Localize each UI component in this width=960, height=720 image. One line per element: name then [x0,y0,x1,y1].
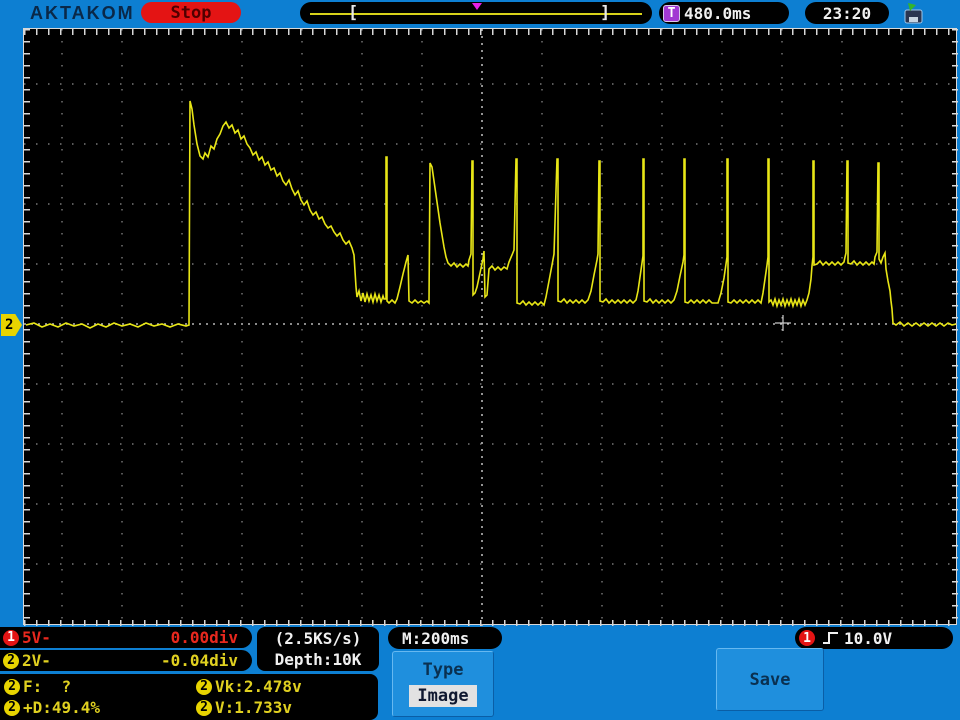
trigger-level-value: 10.0V [844,628,893,648]
trigger-position-marker-icon [472,3,482,10]
measurement-text: +D:49.4% [23,698,101,717]
ch1-offset: 0.00div [170,628,238,647]
rising-edge-icon [823,632,838,644]
trigger-t-icon: T [663,4,680,22]
trigger-source-badge: 1 [799,630,815,646]
save-button[interactable]: Save [716,648,824,711]
type-button-label: Type [422,660,464,680]
trigger-time-badge: T 480.0ms [659,2,789,24]
measurement-text: V:1.733v [215,698,293,717]
type-selected-value[interactable]: Image [409,685,477,707]
ch2-scale: 2V- [22,651,51,670]
record-depth: Depth:10K [274,650,362,669]
brand-logo: AKTAKOM [30,3,135,23]
measurement-text: F: ? [23,677,72,696]
run-state-label: Stop [170,2,212,23]
measurement-ch-badge: 2 [4,699,20,716]
ch2-offset: -0.04div [160,651,238,670]
measurement-vk: 2 Vk:2.478v [196,677,374,696]
window-left-bracket: [ [348,3,359,23]
clock-badge: 23:20 [805,2,889,24]
measurements-panel: 2 F: ? 2 Vk:2.478v 2 +D:49.4% 2 V:1.733v [0,674,378,720]
save-button-label: Save [749,669,791,690]
window-right-bracket: ] [600,3,611,23]
waveform-plot [24,29,958,626]
trigger-level-badge: 1 10.0V [795,627,953,649]
ch1-info-row: 1 5V- 0.00div [0,627,252,648]
measurement-ch-badge: 2 [196,699,212,716]
ch1-scale: 5V- [22,628,51,647]
ch2-badge: 2 [3,652,19,669]
measurement-v: 2 V:1.733v [196,698,374,717]
measurement-frequency: 2 F: ? [4,677,196,696]
ch2-marker-label: 2 [5,317,14,333]
type-button[interactable]: Type Image [392,651,494,717]
run-state-badge: Stop [141,2,241,23]
trigger-time-value: 480.0ms [684,3,752,23]
timebase-badge: M:200ms [388,627,502,649]
usb-disk-icon [904,3,923,24]
measurement-text: Vk:2.478v [215,677,302,696]
measurement-ch-badge: 2 [196,678,212,695]
measurement-duty: 2 +D:49.4% [4,698,196,717]
ch2-position-marker: 2 [1,314,22,336]
bottom-status-bar: 1 5V- 0.00div 2 2V- -0.04div (2.5KS/s) D… [0,625,960,720]
scope-display [23,28,958,626]
sample-rate: (2.5KS/s) [274,629,362,648]
top-status-bar: AKTAKOM Stop [ ] T 480.0ms 23:20 [0,0,960,27]
acquisition-panel: (2.5KS/s) Depth:10K [257,627,379,671]
timebase-value: M:200ms [402,628,470,648]
waveform-trace [25,100,957,329]
ch2-info-row: 2 2V- -0.04div [0,650,252,671]
clock-value: 23:20 [822,3,872,23]
measurement-ch-badge: 2 [4,678,20,695]
record-window-line [310,13,642,15]
trigger-position-bar: [ ] [300,2,652,24]
ch1-badge: 1 [3,629,19,646]
